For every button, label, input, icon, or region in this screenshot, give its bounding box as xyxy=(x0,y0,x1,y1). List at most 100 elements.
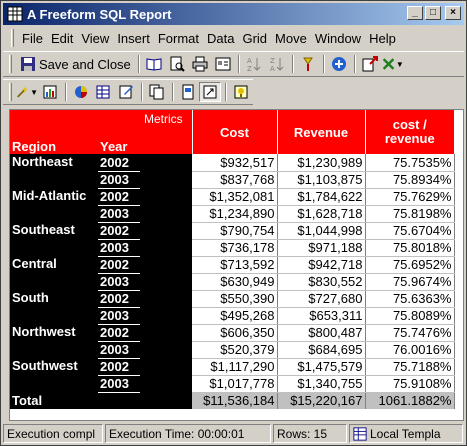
revenue-cell[interactable]: $830,552 xyxy=(277,273,366,291)
cost-cell[interactable]: $736,178 xyxy=(192,239,278,257)
excel-export-button[interactable]: ▼ xyxy=(382,54,404,74)
cost-cell[interactable]: $1,352,081 xyxy=(192,188,278,206)
maximize-button[interactable]: □ xyxy=(425,6,441,20)
menu-help[interactable]: Help xyxy=(365,31,400,46)
ratio-cell[interactable]: 75.7476% xyxy=(365,324,455,342)
cost-cell[interactable]: $606,350 xyxy=(192,324,278,342)
year-label[interactable]: 2002 xyxy=(98,188,140,206)
properties-button[interactable] xyxy=(212,54,234,74)
copy-button[interactable] xyxy=(146,82,168,102)
year-label[interactable]: 2003 xyxy=(98,205,140,223)
year-label[interactable]: 2003 xyxy=(98,341,140,359)
revenue-cell[interactable]: $1,044,998 xyxy=(277,222,366,240)
year-label[interactable]: 2003 xyxy=(98,239,140,257)
ratio-cell[interactable]: 75.8089% xyxy=(365,307,455,325)
wand-button[interactable]: ▼ xyxy=(16,82,38,102)
menu-grid[interactable]: Grid xyxy=(238,31,271,46)
total-label[interactable]: Total xyxy=(10,392,192,409)
year-label[interactable]: 2002 xyxy=(98,256,140,274)
total-revenue-cell[interactable]: $15,220,167 xyxy=(277,392,366,409)
region-label[interactable]: Northwest xyxy=(10,324,98,358)
chevron-down-icon[interactable]: ▼ xyxy=(30,88,38,97)
revenue-cell[interactable]: $1,103,875 xyxy=(277,171,366,189)
region-label[interactable]: Southeast xyxy=(10,222,98,256)
revenue-cell[interactable]: $1,784,622 xyxy=(277,188,366,206)
book-button[interactable] xyxy=(143,54,165,74)
region-label[interactable]: Northeast xyxy=(10,154,98,188)
revenue-cell[interactable]: $684,695 xyxy=(277,341,366,359)
data-button[interactable] xyxy=(39,82,61,102)
chart-view-button[interactable] xyxy=(70,82,92,102)
revenue-cell[interactable]: $971,188 xyxy=(277,239,366,257)
year-label[interactable]: 2002 xyxy=(98,358,140,376)
cost-cell[interactable]: $837,768 xyxy=(192,171,278,189)
export-button[interactable] xyxy=(359,54,381,74)
cost-cell[interactable]: $713,592 xyxy=(192,256,278,274)
menu-file[interactable]: File xyxy=(18,31,47,46)
year-label[interactable]: 2003 xyxy=(98,171,140,189)
menu-edit[interactable]: Edit xyxy=(47,31,77,46)
subtotal-button[interactable] xyxy=(199,82,222,102)
region-label[interactable]: Central xyxy=(10,256,98,290)
year-label[interactable]: 2002 xyxy=(98,222,140,240)
cost-cell[interactable]: $495,268 xyxy=(192,307,278,325)
cost-cell[interactable]: $630,949 xyxy=(192,273,278,291)
cost-cell[interactable]: $790,754 xyxy=(192,222,278,240)
year-label[interactable]: 2002 xyxy=(98,324,140,342)
region-header[interactable]: Region xyxy=(10,130,98,154)
total-cost-cell[interactable]: $11,536,184 xyxy=(192,392,278,409)
navigate-button[interactable] xyxy=(328,54,350,74)
total-ratio-cell[interactable]: 1061.1882% xyxy=(365,392,455,409)
ratio-cell[interactable]: 75.6704% xyxy=(365,222,455,240)
note-button[interactable] xyxy=(230,82,252,102)
cost-cell[interactable]: $1,234,890 xyxy=(192,205,278,223)
metrics-header[interactable]: Metrics xyxy=(140,110,192,154)
year-label[interactable]: 2003 xyxy=(98,273,140,291)
menu-insert[interactable]: Insert xyxy=(113,31,154,46)
region-label[interactable]: South xyxy=(10,290,98,324)
revenue-cell[interactable]: $653,311 xyxy=(277,307,366,325)
year-label[interactable]: 2003 xyxy=(98,375,140,393)
menu-window[interactable]: Window xyxy=(311,31,365,46)
year-label[interactable]: 2003 xyxy=(98,307,140,325)
minimize-button[interactable]: _ xyxy=(407,6,423,20)
revenue-cell[interactable]: $800,487 xyxy=(277,324,366,342)
ratio-cell[interactable]: 76.0016% xyxy=(365,341,455,359)
revenue-cell[interactable]: $1,340,755 xyxy=(277,375,366,393)
ratio-cell[interactable]: 75.7188% xyxy=(365,358,455,376)
cost-cell[interactable]: $520,379 xyxy=(192,341,278,359)
ratio-cell[interactable]: 75.9108% xyxy=(365,375,455,393)
drill-button[interactable] xyxy=(297,54,319,74)
year-label[interactable]: 2002 xyxy=(98,154,140,172)
ratio-cell[interactable]: 75.8198% xyxy=(365,205,455,223)
menu-move[interactable]: Move xyxy=(271,31,311,46)
page-button[interactable] xyxy=(177,82,199,102)
cost-header[interactable]: Cost xyxy=(191,110,277,154)
grid-view-button[interactable] xyxy=(92,82,114,102)
ratio-header[interactable]: cost / revenue xyxy=(364,110,454,154)
cost-cell[interactable]: $550,390 xyxy=(192,290,278,308)
cost-cell[interactable]: $1,017,778 xyxy=(192,375,278,393)
region-label[interactable]: Southwest xyxy=(10,358,98,392)
print-button[interactable] xyxy=(189,54,211,74)
chevron-down-icon[interactable]: ▼ xyxy=(396,60,404,69)
revenue-cell[interactable]: $942,718 xyxy=(277,256,366,274)
revenue-cell[interactable]: $727,680 xyxy=(277,290,366,308)
report-grid[interactable]: Metrics Cost Revenue cost / revenue Region Ye… xyxy=(9,109,464,421)
ratio-cell[interactable]: 75.6363% xyxy=(365,290,455,308)
cost-cell[interactable]: $1,117,290 xyxy=(192,358,278,376)
revenue-cell[interactable]: $1,475,579 xyxy=(277,358,366,376)
menu-format[interactable]: Format xyxy=(154,31,203,46)
print-preview-button[interactable] xyxy=(166,54,188,74)
year-label[interactable]: 2002 xyxy=(98,290,140,308)
title-bar[interactable]: A Freeform SQL Report _ □ × xyxy=(3,3,464,25)
sort-descending-button[interactable]: ZA xyxy=(266,54,288,74)
ratio-cell[interactable]: 75.9674% xyxy=(365,273,455,291)
menu-data[interactable]: Data xyxy=(203,31,238,46)
year-header[interactable]: Year xyxy=(98,130,140,154)
ratio-cell[interactable]: 75.6952% xyxy=(365,256,455,274)
close-button[interactable]: × xyxy=(445,6,461,20)
ratio-cell[interactable]: 75.7535% xyxy=(365,154,455,172)
sort-ascending-button[interactable]: AZ xyxy=(243,54,265,74)
ratio-cell[interactable]: 75.8934% xyxy=(365,171,455,189)
